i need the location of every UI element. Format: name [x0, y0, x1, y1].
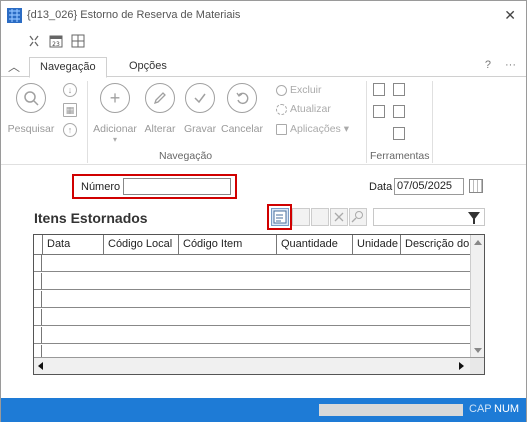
title-bar: {d13_026} Estorno de Reserva de Materiai… — [1, 1, 526, 29]
caps-lock-indicator: CAP — [469, 403, 492, 415]
scroll-down-icon[interactable] — [474, 348, 482, 353]
ribbon-tabs: ︿ Navegação Opções ? ··· — [1, 57, 526, 78]
copy-row-icon[interactable] — [311, 208, 329, 226]
col-header-codigo-local[interactable]: Código Local — [104, 235, 179, 255]
refresh-icon — [276, 103, 287, 115]
ribbon: Pesquisar ↓ ▦ ↑ + Adicionar ▾ Alterar Gr… — [1, 77, 526, 165]
grid-search-input[interactable] — [373, 208, 485, 226]
pesquisar-label: Pesquisar — [7, 123, 55, 135]
search-icon — [16, 83, 46, 113]
atualizar-label: Atualizar — [290, 103, 331, 115]
pencil-icon — [145, 83, 175, 113]
navigation-arrows: ↓ ▦ ↑ — [63, 83, 77, 143]
help-icon[interactable]: ? — [485, 59, 491, 71]
adicionar-button[interactable]: + Adicionar ▾ — [90, 83, 140, 144]
ribbon-separator — [432, 81, 433, 163]
atualizar-button[interactable]: Atualizar — [276, 103, 331, 115]
new-row-icon[interactable] — [292, 208, 310, 226]
horizontal-scrollbar[interactable] — [34, 357, 484, 374]
col-header-data[interactable]: Data — [43, 235, 104, 255]
paste-icon[interactable] — [393, 105, 405, 118]
grid-title: Itens Estornados — [34, 210, 148, 226]
ribbon-separator — [366, 81, 367, 163]
edit-grid-button[interactable] — [271, 208, 289, 226]
svg-text:23: 23 — [52, 41, 60, 48]
ribbon-separator — [87, 81, 88, 163]
numero-field[interactable] — [123, 178, 231, 195]
table-row[interactable] — [34, 327, 470, 344]
pesquisar-button[interactable]: Pesquisar — [7, 83, 55, 135]
adicionar-label: Adicionar — [93, 123, 137, 135]
excluir-button[interactable]: Excluir — [276, 84, 322, 96]
col-header-unidade[interactable]: Unidade — [353, 235, 401, 255]
row-header-corner — [34, 235, 43, 255]
adicionar-dropdown-icon[interactable]: ▾ — [90, 135, 140, 144]
applications-icon — [276, 123, 287, 135]
aplicacoes-label: Aplicações ▾ — [290, 123, 349, 135]
copy-icon[interactable] — [393, 83, 405, 96]
table-row[interactable] — [34, 273, 470, 290]
arrow-down-icon[interactable]: ↓ — [63, 83, 77, 97]
table-row[interactable] — [34, 345, 470, 357]
vertical-scrollbar[interactable] — [470, 235, 484, 357]
search-grid-icon[interactable] — [349, 208, 367, 226]
status-bar: CAP NUM — [1, 398, 526, 422]
gravar-button[interactable]: Gravar — [184, 83, 216, 135]
minus-circle-icon — [276, 84, 287, 96]
print-icon[interactable] — [393, 127, 405, 140]
window-title: {d13_026} Estorno de Reserva de Materiai… — [27, 9, 241, 21]
delete-row-icon[interactable] — [330, 208, 348, 226]
scroll-corner — [470, 358, 484, 374]
more-icon[interactable]: ··· — [505, 59, 516, 71]
calendar-picker-icon[interactable] — [469, 179, 483, 193]
note-icon[interactable] — [373, 83, 385, 96]
tab-navegacao[interactable]: Navegação — [29, 57, 107, 78]
grid-header: Data Código Local Código Item Quantidade… — [34, 235, 484, 255]
app-window: {d13_026} Estorno de Reserva de Materiai… — [0, 0, 527, 422]
plus-icon: + — [100, 83, 130, 113]
check-icon — [185, 83, 215, 113]
ribbon-collapse-icon[interactable]: ︿ — [8, 58, 20, 75]
table-row[interactable] — [34, 255, 470, 272]
numero-label: Número — [81, 181, 121, 193]
app-icon — [7, 7, 22, 23]
items-grid[interactable]: Data Código Local Código Item Quantidade… — [33, 234, 485, 375]
data-label: Data — [369, 181, 393, 193]
col-header-descricao[interactable]: Descrição do — [401, 235, 470, 255]
calendar-icon[interactable]: 23 — [49, 34, 63, 48]
tab-opcoes[interactable]: Opções — [119, 57, 177, 78]
data-field[interactable]: 07/05/2025 — [394, 178, 464, 195]
alterar-button[interactable]: Alterar — [144, 83, 176, 135]
undo-icon — [227, 83, 257, 113]
list-icon[interactable] — [373, 105, 385, 118]
aplicacoes-button[interactable]: Aplicações ▾ — [276, 123, 349, 135]
col-header-codigo-item[interactable]: Código Item — [179, 235, 277, 255]
scroll-left-icon[interactable] — [38, 362, 43, 370]
cancelar-button[interactable]: Cancelar — [220, 83, 264, 135]
num-lock-indicator: NUM — [494, 403, 520, 415]
close-button[interactable]: ✕ — [504, 7, 516, 24]
quick-access-toolbar: 23 — [27, 34, 85, 48]
excluir-label: Excluir — [290, 84, 322, 96]
gravar-label: Gravar — [184, 123, 217, 135]
grid-icon[interactable] — [71, 34, 85, 48]
col-header-quantidade[interactable]: Quantidade — [277, 235, 353, 255]
arrow-up-icon[interactable]: ↑ — [63, 123, 77, 137]
status-message-field — [319, 404, 463, 416]
alterar-label: Alterar — [144, 123, 176, 135]
scroll-right-icon[interactable] — [459, 362, 464, 370]
group-label-ferramentas: Ferramentas — [370, 150, 430, 162]
cancelar-label: Cancelar — [220, 123, 264, 135]
group-label-navegacao: Navegação — [159, 150, 213, 162]
scroll-up-icon[interactable] — [474, 240, 482, 245]
table-row[interactable] — [34, 291, 470, 308]
calendar-small-icon[interactable]: ▦ — [63, 103, 77, 117]
table-row[interactable] — [34, 309, 470, 326]
collapse-icon[interactable] — [27, 34, 41, 48]
filter-icon[interactable] — [468, 212, 480, 224]
